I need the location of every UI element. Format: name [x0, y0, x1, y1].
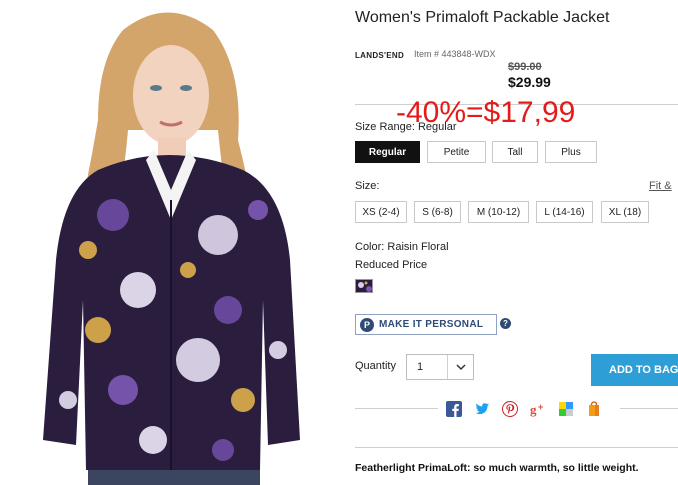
brand-logo[interactable]: LANDS'END	[355, 51, 404, 60]
facebook-icon[interactable]	[446, 401, 462, 417]
shopping-bag-icon[interactable]	[586, 401, 602, 417]
svg-text:+: +	[538, 402, 543, 412]
quantity-select[interactable]: 1	[406, 354, 474, 380]
divider	[355, 447, 678, 448]
add-to-bag-button[interactable]: ADD TO BAG	[591, 354, 678, 386]
pinterest-icon[interactable]	[502, 401, 518, 417]
size-range-regular[interactable]: Regular	[355, 141, 420, 163]
size-s[interactable]: S (6-8)	[414, 201, 461, 223]
tagline-bold: Featherlight PrimaLoft	[355, 462, 468, 474]
personalize-icon: P	[360, 317, 374, 332]
delicious-icon[interactable]	[558, 401, 574, 417]
size-range-tall[interactable]: Tall	[492, 141, 538, 163]
quantity-value: 1	[417, 361, 424, 373]
raisin-floral-swatch[interactable]	[355, 279, 373, 293]
size-m[interactable]: M (10-12)	[468, 201, 529, 223]
chevron-down-icon	[447, 355, 473, 379]
share-bar: g +	[446, 400, 602, 418]
sale-price: $29.99	[508, 74, 551, 90]
svg-text:g: g	[530, 402, 537, 417]
product-image[interactable]	[28, 0, 310, 485]
make-it-personal-label: MAKE IT PERSONAL	[379, 319, 484, 330]
original-price: $99.00	[508, 61, 542, 73]
size-xl[interactable]: XL (18)	[601, 201, 649, 223]
size-label: Size:	[355, 180, 380, 192]
help-icon[interactable]: ?	[500, 318, 511, 329]
share-divider-left	[355, 408, 438, 409]
color-label: Color: Raisin Floral	[355, 241, 449, 253]
item-number: Item # 443848-WDX	[414, 49, 496, 59]
tagline-rest: : so much warmth, so little weight.	[467, 462, 639, 474]
quantity-label: Quantity	[355, 360, 396, 372]
size-range-plus[interactable]: Plus	[545, 141, 597, 163]
size-xs[interactable]: XS (2-4)	[355, 201, 407, 223]
make-it-personal-button[interactable]: P MAKE IT PERSONAL	[355, 314, 497, 335]
fit-guide-link[interactable]: Fit &	[649, 180, 672, 192]
google-plus-icon[interactable]: g +	[530, 401, 546, 417]
reduced-price-note: Reduced Price	[355, 259, 428, 271]
twitter-icon[interactable]	[474, 401, 490, 417]
size-l[interactable]: L (14-16)	[536, 201, 593, 223]
share-divider-right	[620, 408, 678, 409]
product-tagline: Featherlight PrimaLoft: so much warmth, …	[355, 462, 639, 474]
product-title: Women's Primaloft Packable Jacket	[355, 9, 610, 26]
size-range-petite[interactable]: Petite	[427, 141, 486, 163]
size-range-label: Size Range: Regular	[355, 121, 457, 133]
